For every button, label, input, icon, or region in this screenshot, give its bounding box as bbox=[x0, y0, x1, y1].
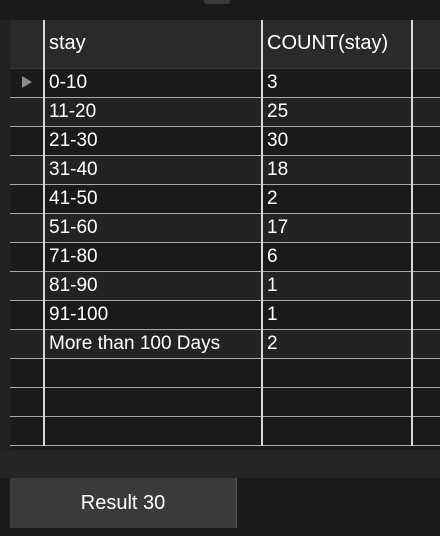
cell-filler bbox=[412, 300, 440, 330]
row-selector[interactable] bbox=[10, 126, 45, 156]
cell-stay[interactable]: 81-90 bbox=[44, 271, 263, 301]
row-selector[interactable] bbox=[10, 358, 45, 388]
cell-stay[interactable]: 91-100 bbox=[44, 300, 263, 330]
cell-filler bbox=[412, 387, 440, 417]
table-row[interactable]: 0-10 3 bbox=[10, 68, 440, 98]
empty-cell[interactable] bbox=[44, 387, 263, 417]
row-selector[interactable] bbox=[10, 329, 45, 359]
table-row[interactable]: 21-30 30 bbox=[10, 126, 440, 156]
table-row[interactable]: 81-90 1 bbox=[10, 271, 440, 301]
empty-cell[interactable] bbox=[262, 387, 413, 417]
cell-filler bbox=[412, 184, 440, 214]
row-selector[interactable] bbox=[10, 242, 45, 272]
cell-filler bbox=[412, 126, 440, 156]
empty-row[interactable] bbox=[10, 416, 440, 446]
table-row[interactable]: 71-80 6 bbox=[10, 242, 440, 272]
cell-count[interactable]: 3 bbox=[262, 68, 413, 98]
row-selector[interactable] bbox=[10, 213, 45, 243]
table-row[interactable]: 31-40 18 bbox=[10, 155, 440, 185]
column-header-count-stay[interactable]: COUNT(stay) bbox=[262, 20, 413, 69]
cell-stay[interactable]: 11-20 bbox=[44, 97, 263, 127]
row-selector[interactable] bbox=[10, 300, 45, 330]
cell-stay[interactable]: 21-30 bbox=[44, 126, 263, 156]
column-header-filler bbox=[412, 20, 440, 69]
cell-count[interactable]: 2 bbox=[262, 329, 413, 359]
cell-filler bbox=[412, 155, 440, 185]
empty-cell[interactable] bbox=[44, 358, 263, 388]
row-selector[interactable] bbox=[10, 155, 45, 185]
result-tabbar: Result 30 bbox=[0, 478, 440, 536]
row-selector[interactable] bbox=[10, 416, 45, 446]
cell-count[interactable]: 25 bbox=[262, 97, 413, 127]
cell-count[interactable]: 2 bbox=[262, 184, 413, 214]
cell-count[interactable]: 17 bbox=[262, 213, 413, 243]
row-selector[interactable] bbox=[10, 184, 45, 214]
cell-stay[interactable]: 0-10 bbox=[44, 68, 263, 98]
tabbar-empty-space bbox=[237, 478, 440, 528]
table-row[interactable]: 41-50 2 bbox=[10, 184, 440, 214]
tab-result-30[interactable]: Result 30 bbox=[10, 478, 237, 528]
cell-stay[interactable]: More than 100 Days bbox=[44, 329, 263, 359]
cell-stay[interactable]: 71-80 bbox=[44, 242, 263, 272]
grid-bottom-bar bbox=[0, 450, 440, 478]
empty-cell[interactable] bbox=[262, 358, 413, 388]
table-row[interactable]: More than 100 Days 2 bbox=[10, 329, 440, 359]
cell-stay[interactable]: 31-40 bbox=[44, 155, 263, 185]
empty-cell[interactable] bbox=[44, 416, 263, 446]
header-row: stay COUNT(stay) bbox=[10, 20, 440, 69]
row-selector[interactable] bbox=[10, 387, 45, 417]
empty-cell[interactable] bbox=[262, 416, 413, 446]
row-selector[interactable] bbox=[10, 68, 45, 98]
splitter-handle[interactable] bbox=[204, 0, 230, 4]
cell-stay[interactable]: 51-60 bbox=[44, 213, 263, 243]
empty-row[interactable] bbox=[10, 387, 440, 417]
result-grid: stay COUNT(stay) 0-10 3 11-20 25 21-30 3… bbox=[10, 20, 440, 446]
row-selector-header[interactable] bbox=[10, 20, 45, 69]
cell-filler bbox=[412, 213, 440, 243]
row-selector[interactable] bbox=[10, 97, 45, 127]
result-grid-window: stay COUNT(stay) 0-10 3 11-20 25 21-30 3… bbox=[0, 0, 440, 536]
cell-filler bbox=[412, 97, 440, 127]
cell-filler bbox=[412, 68, 440, 98]
row-selector[interactable] bbox=[10, 271, 45, 301]
cell-count[interactable]: 18 bbox=[262, 155, 413, 185]
column-header-stay[interactable]: stay bbox=[44, 20, 263, 69]
cell-count[interactable]: 1 bbox=[262, 271, 413, 301]
cell-count[interactable]: 6 bbox=[262, 242, 413, 272]
cell-count[interactable]: 1 bbox=[262, 300, 413, 330]
cell-filler bbox=[412, 329, 440, 359]
cell-stay[interactable]: 41-50 bbox=[44, 184, 263, 214]
cell-filler bbox=[412, 271, 440, 301]
table-row[interactable]: 91-100 1 bbox=[10, 300, 440, 330]
cell-filler bbox=[412, 242, 440, 272]
cell-filler bbox=[412, 416, 440, 446]
cell-count[interactable]: 30 bbox=[262, 126, 413, 156]
table-row[interactable]: 11-20 25 bbox=[10, 97, 440, 127]
empty-row[interactable] bbox=[10, 358, 440, 388]
table-row[interactable]: 51-60 17 bbox=[10, 213, 440, 243]
cell-filler bbox=[412, 358, 440, 388]
triangle-right-icon bbox=[21, 76, 32, 89]
grid-left-gutter bbox=[0, 20, 10, 450]
top-toolbar-strip bbox=[0, 0, 440, 20]
